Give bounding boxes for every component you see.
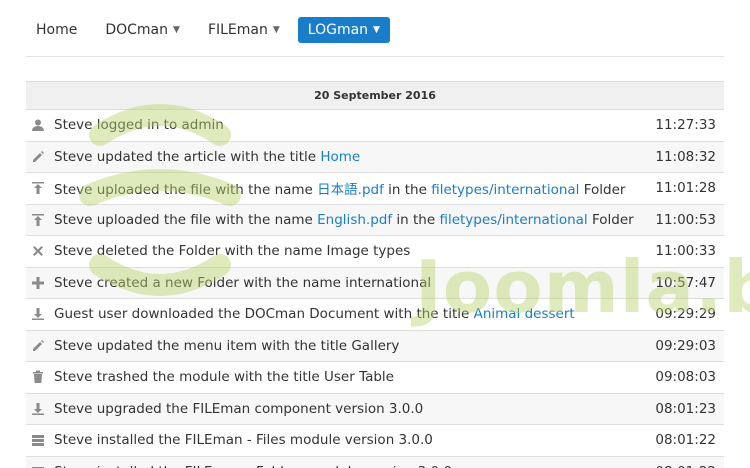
log-time: 09:29:03 — [655, 337, 716, 354]
log-message: Guest user downloaded the DOCman Documen… — [54, 306, 655, 322]
nav-item-label: LOGman — [307, 22, 369, 38]
download-icon — [31, 307, 45, 321]
log-text: Steve created a new Folder with the name… — [54, 274, 432, 291]
log-text: Steve deleted the Folder with the name I… — [54, 243, 411, 260]
log-row: Steve deleted the Folder with the name I… — [26, 236, 724, 268]
log-time: 08:01:23 — [655, 400, 716, 417]
main-nav: Home DOCman ▼ FILEman ▼ LOGman ▼ — [26, 16, 390, 44]
plus-icon — [31, 276, 45, 290]
log-text: in the — [392, 211, 440, 228]
pencil-icon — [31, 339, 45, 353]
log-row: Steve updated the menu item with the tit… — [26, 330, 724, 362]
nav-item-fileman[interactable]: FILEman ▼ — [198, 17, 290, 43]
log-row: Steve installed the FILEman - Files modu… — [26, 425, 724, 457]
nav-item-label: FILEman — [207, 22, 268, 38]
log-message: Steve logged in to admin — [54, 117, 655, 133]
user-icon — [31, 118, 45, 132]
log-row: Steve logged in to admin 11:27:33 — [26, 110, 724, 142]
log-link[interactable]: English.pdf — [317, 212, 392, 228]
nav-item-docman[interactable]: DOCman ▼ — [95, 17, 190, 43]
chevron-down-icon: ▼ — [373, 25, 380, 35]
log-link[interactable]: 日本語.pdf — [317, 182, 384, 198]
log-text: Guest user downloaded the DOCman Documen… — [54, 306, 474, 323]
log-message: Steve uploaded the file with the name 日本… — [54, 178, 655, 198]
log-text: Steve upgraded the FILEman component ver… — [54, 400, 424, 417]
log-link[interactable]: Home — [320, 149, 360, 165]
log-time: 11:00:33 — [655, 243, 716, 260]
log-row: Steve created a new Folder with the name… — [26, 267, 724, 299]
log-message: Steve upgraded the FILEman component ver… — [54, 401, 655, 417]
log-row: Steve trashed the module with the title … — [26, 362, 724, 394]
log-rows: Steve logged in to admin 11:27:33 Steve up… — [26, 110, 724, 468]
chevron-down-icon: ▼ — [173, 25, 180, 35]
date-header: 20 September 2016 — [26, 81, 724, 110]
log-text: Folder — [587, 211, 634, 228]
nav-item-label: DOCman — [105, 22, 169, 38]
nav-item-label: Home — [36, 22, 78, 38]
log-link[interactable]: Animal dessert — [474, 306, 575, 322]
log-time: 11:08:32 — [655, 148, 716, 165]
log-row: Steve updated the article with the title… — [26, 141, 724, 173]
log-message: Steve installed the FILEman - Files modu… — [54, 432, 655, 448]
log-message: Steve created a new Folder with the name… — [54, 275, 655, 291]
log-time: 08:01:22 — [655, 464, 724, 468]
log-text: Steve installed the FILEman - Files modu… — [54, 432, 433, 449]
log-text: Steve trashed the module with the title … — [54, 369, 394, 386]
pencil-icon — [31, 150, 45, 164]
download-icon — [31, 402, 45, 416]
log-text: Steve uploaded the file with the name — [54, 182, 318, 199]
log-text: Steve logged in to admin — [54, 117, 224, 134]
log-message: Steve uploaded the file with the name En… — [54, 212, 655, 228]
log-time: 11:00:53 — [655, 211, 716, 228]
log-time: 10:57:47 — [655, 274, 716, 291]
log-time: 11:01:28 — [655, 180, 716, 197]
log-message: Steve deleted the Folder with the name I… — [54, 243, 655, 259]
log-message: Steve updated the menu item with the tit… — [54, 338, 655, 354]
log-row: Guest user downloaded the DOCman Documen… — [26, 299, 724, 331]
log-text: Steve updated the menu item with the tit… — [54, 337, 400, 354]
log-text: Steve updated the article with the title — [54, 148, 321, 165]
chevron-down-icon: ▼ — [272, 25, 280, 35]
log-time: 09:08:03 — [655, 369, 716, 386]
log-link[interactable]: filetypes/international — [439, 212, 587, 228]
log-time: 09:29:29 — [655, 306, 716, 323]
log-row: Steve upgraded the FILEman component ver… — [26, 393, 724, 425]
delete-icon — [31, 244, 45, 258]
log-message: Steve installed the FILEman - Folders mo… — [54, 464, 655, 468]
log-time: 11:27:33 — [655, 117, 716, 134]
nav-item-logman[interactable]: LOGman ▼ — [297, 17, 390, 43]
log-text: Folder — [579, 182, 626, 199]
trash-icon — [31, 370, 45, 384]
log-row: Steve uploaded the file with the name 日本… — [26, 173, 724, 205]
log-time: 08:01:22 — [655, 432, 716, 449]
activity-log-table: 20 September 2016 Steve logged in to adm… — [26, 81, 724, 468]
upload-icon — [31, 213, 45, 227]
log-link[interactable]: filetypes/international — [431, 182, 579, 198]
logman-activity-page: Home DOCman ▼ FILEman ▼ LOGman ▼ 20 September … — [0, 0, 750, 468]
nav-divider — [26, 56, 724, 57]
log-row: Steve uploaded the file with the name En… — [26, 204, 724, 236]
log-message: Steve updated the article with the title… — [54, 149, 655, 165]
upload-icon — [31, 181, 45, 195]
log-text: Steve installed the FILEman - Folders mo… — [54, 464, 452, 468]
log-text: Steve uploaded the file with the name — [54, 211, 318, 228]
install-icon — [31, 433, 45, 447]
log-text: in the — [383, 182, 432, 199]
nav-item-home[interactable]: Home — [26, 17, 87, 43]
log-message: Steve trashed the module with the title … — [54, 369, 655, 385]
log-row: Steve installed the FILEman - Folders mo… — [26, 456, 724, 468]
